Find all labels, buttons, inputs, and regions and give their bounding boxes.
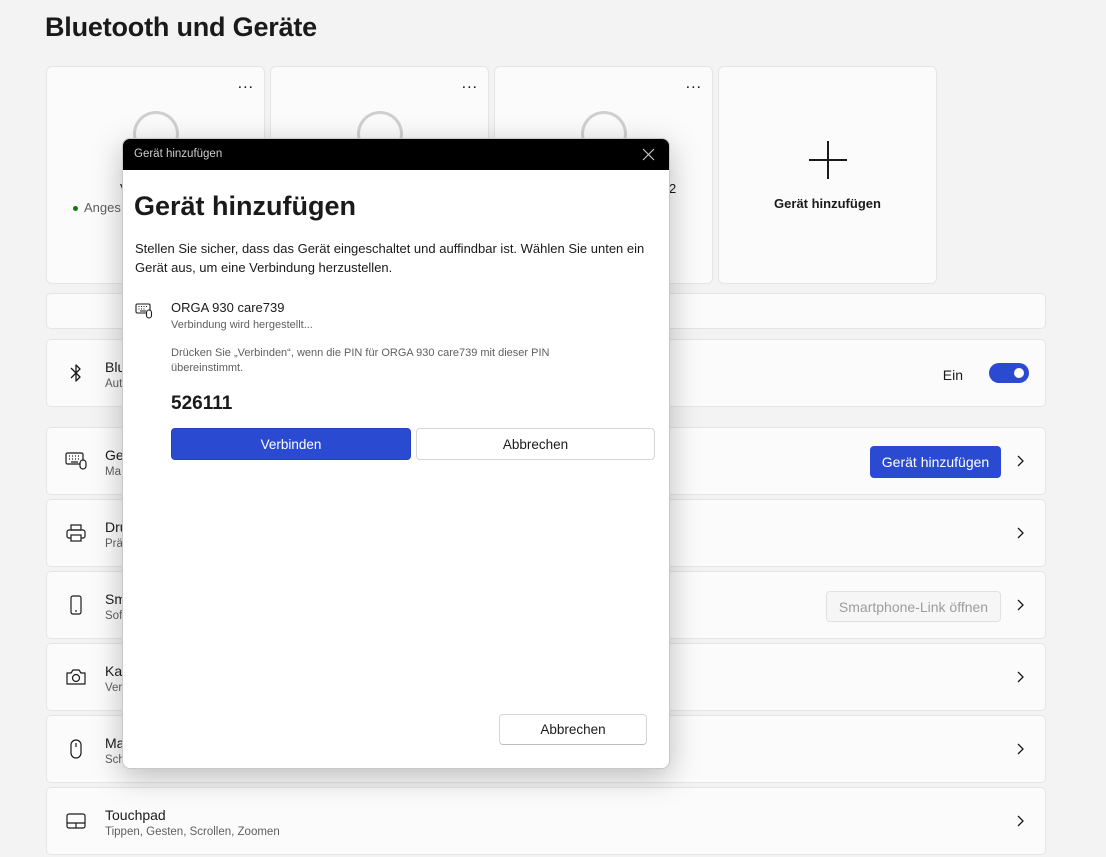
phone-icon xyxy=(65,594,87,616)
cancel-pairing-button[interactable]: Abbrechen xyxy=(416,428,655,460)
printer-icon xyxy=(65,522,87,544)
row-subtitle: Aut xyxy=(105,378,123,390)
toggle-state-label: Ein xyxy=(942,367,963,383)
row-title: Touchpad xyxy=(105,807,166,823)
chevron-right-icon xyxy=(1017,599,1024,611)
dialog-heading: Gerät hinzufügen xyxy=(134,191,356,221)
device-name: 2 xyxy=(669,181,677,196)
page-title: Bluetooth und Geräte xyxy=(45,12,317,42)
mouse-icon xyxy=(65,738,87,760)
add-device-card[interactable]: Gerät hinzufügen xyxy=(718,66,937,284)
bluetooth-icon xyxy=(65,362,87,384)
connect-button[interactable]: Verbinden xyxy=(171,428,411,460)
chevron-right-icon xyxy=(1017,527,1024,539)
add-device-dialog: Gerät hinzufügen Gerät hinzufügen Stelle… xyxy=(122,138,670,769)
chevron-right-icon xyxy=(1017,743,1024,755)
camera-icon xyxy=(65,666,87,688)
more-options-icon[interactable]: ... xyxy=(238,75,254,93)
touchpad-row[interactable]: Touchpad Tippen, Gesten, Scrollen, Zoome… xyxy=(46,787,1046,855)
chevron-right-icon xyxy=(1017,671,1024,683)
pin-code: 526111 xyxy=(171,393,233,414)
row-title: Ka xyxy=(105,663,123,679)
status-dot-icon xyxy=(73,206,78,212)
toggle-knob xyxy=(1014,368,1024,378)
dialog-window-title: Gerät hinzufügen xyxy=(134,148,223,160)
dialog-title-bar[interactable]: Gerät hinzufügen xyxy=(123,139,669,170)
add-device-button[interactable]: Gerät hinzufügen xyxy=(870,446,1001,478)
row-subtitle: Prä xyxy=(105,538,123,550)
dialog-description: Stellen Sie sicher, dass das Gerät einge… xyxy=(135,241,645,275)
keyboard-mouse-icon xyxy=(135,303,153,319)
row-title: Ge xyxy=(105,447,124,463)
device-connection-status: Verbindung wird hergestellt... xyxy=(171,319,313,331)
row-subtitle: Ver xyxy=(105,682,123,694)
pin-instructions: Drücken Sie „Verbinden“, wenn die PIN fü… xyxy=(171,347,550,374)
chevron-right-icon xyxy=(1017,455,1024,467)
row-subtitle: Sof xyxy=(105,610,123,622)
device-status: Anges xyxy=(73,200,121,215)
bluetooth-toggle[interactable] xyxy=(989,363,1029,383)
cancel-dialog-button[interactable]: Abbrechen xyxy=(499,714,647,745)
row-subtitle: Tippen, Gesten, Scrollen, Zoomen xyxy=(105,826,280,838)
row-subtitle: Ma xyxy=(105,466,121,478)
keyboard-mouse-icon xyxy=(65,450,87,472)
more-options-icon[interactable]: ... xyxy=(686,75,702,93)
device-name: ORGA 930 care739 xyxy=(171,300,285,315)
more-options-icon[interactable]: ... xyxy=(462,75,478,93)
add-device-label: Gerät hinzufügen xyxy=(774,196,881,211)
plus-icon xyxy=(807,139,849,181)
chevron-right-icon xyxy=(1017,815,1024,827)
open-phone-link-button[interactable]: Smartphone-Link öffnen xyxy=(826,591,1001,622)
close-icon[interactable] xyxy=(642,148,655,161)
touchpad-icon xyxy=(65,810,87,832)
